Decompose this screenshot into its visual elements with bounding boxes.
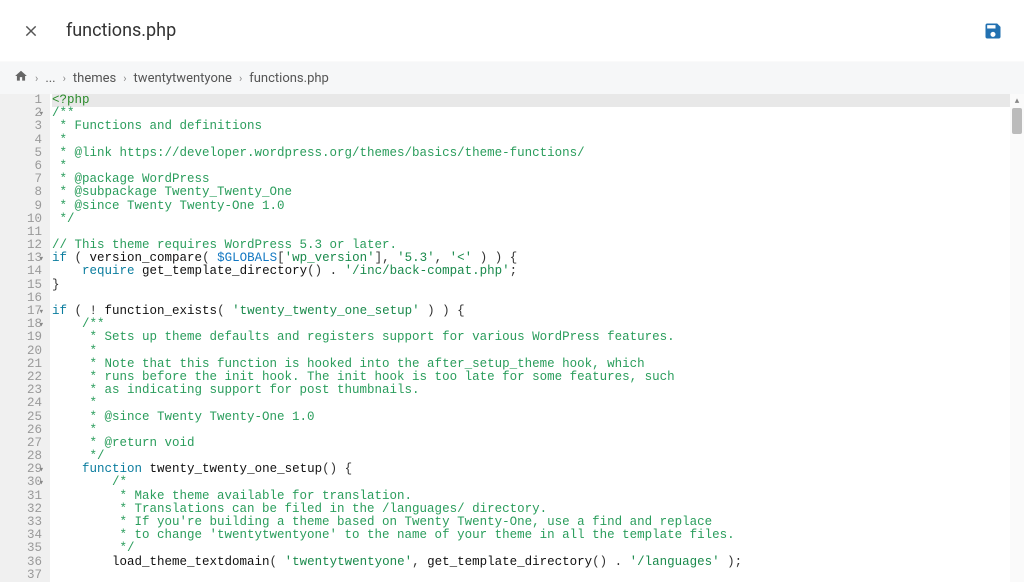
scroll-up-arrow-icon[interactable]: ▴	[1010, 94, 1024, 108]
code-line[interactable]: * as indicating support for post thumbna…	[52, 384, 1024, 397]
line-number: 5	[0, 147, 42, 160]
line-number: 9	[0, 200, 42, 213]
chevron-right-icon: ›	[123, 72, 126, 85]
code-line[interactable]: * @link https://developer.wordpress.org/…	[52, 147, 1024, 160]
code-line[interactable]: if ( ! function_exists( 'twenty_twenty_o…	[52, 305, 1024, 318]
code-line[interactable]	[52, 569, 1024, 582]
code-line[interactable]: }	[52, 279, 1024, 292]
code-line[interactable]: *	[52, 424, 1024, 437]
line-number: 31	[0, 490, 42, 503]
line-number: 30	[0, 476, 42, 489]
line-number: 26	[0, 424, 42, 437]
line-number: 21	[0, 358, 42, 371]
close-icon	[23, 23, 39, 39]
line-number: 36	[0, 556, 42, 569]
chevron-right-icon: ›	[35, 72, 38, 85]
code-line[interactable]: * Functions and definitions	[52, 120, 1024, 133]
save-button[interactable]	[980, 18, 1006, 44]
code-line[interactable]: <?php	[52, 94, 1024, 107]
save-icon	[983, 21, 1003, 41]
line-number: 8	[0, 186, 42, 199]
line-number: 25	[0, 411, 42, 424]
line-number: 24	[0, 397, 42, 410]
line-number: 19	[0, 331, 42, 344]
line-number-gutter: 1234567891011121314151617181920212223242…	[0, 94, 50, 582]
line-number: 10	[0, 213, 42, 226]
line-number: 14	[0, 265, 42, 278]
scrollbar-thumb[interactable]	[1012, 108, 1022, 134]
file-title: functions.php	[66, 20, 176, 41]
code-line[interactable]: */	[52, 213, 1024, 226]
editor-header: functions.php	[0, 0, 1024, 62]
line-number: 4	[0, 134, 42, 147]
close-button[interactable]	[18, 18, 44, 44]
chevron-right-icon: ›	[239, 72, 242, 85]
breadcrumb-ellipsis[interactable]: ...	[45, 71, 55, 86]
vertical-scrollbar[interactable]: ▴	[1010, 94, 1024, 582]
chevron-right-icon: ›	[63, 72, 66, 85]
code-line[interactable]: require get_template_directory() . '/inc…	[52, 265, 1024, 278]
code-line[interactable]: * @since Twenty Twenty-One 1.0	[52, 200, 1024, 213]
line-number: 37	[0, 569, 42, 582]
code-editor[interactable]: 1234567891011121314151617181920212223242…	[0, 94, 1024, 582]
code-line[interactable]: * Sets up theme defaults and registers s…	[52, 331, 1024, 344]
code-content[interactable]: <?php/** * Functions and definitions * *…	[50, 94, 1024, 582]
line-number: 15	[0, 279, 42, 292]
breadcrumb-home[interactable]	[14, 69, 28, 87]
code-line[interactable]: * @return void	[52, 437, 1024, 450]
line-number: 35	[0, 542, 42, 555]
breadcrumb: › ... › themes › twentytwentyone › funct…	[0, 62, 1024, 94]
breadcrumb-current: functions.php	[249, 71, 329, 86]
code-line[interactable]: * @since Twenty Twenty-One 1.0	[52, 411, 1024, 424]
home-icon	[14, 69, 28, 83]
breadcrumb-twentytwentyone[interactable]: twentytwentyone	[134, 71, 232, 86]
line-number: 3	[0, 120, 42, 133]
breadcrumb-themes[interactable]: themes	[73, 71, 116, 86]
code-line[interactable]: load_theme_textdomain( 'twentytwentyone'…	[52, 556, 1024, 569]
code-line[interactable]: * to change 'twentytwentyone' to the nam…	[52, 529, 1024, 542]
code-line[interactable]: function twenty_twenty_one_setup() {	[52, 463, 1024, 476]
line-number: 20	[0, 345, 42, 358]
